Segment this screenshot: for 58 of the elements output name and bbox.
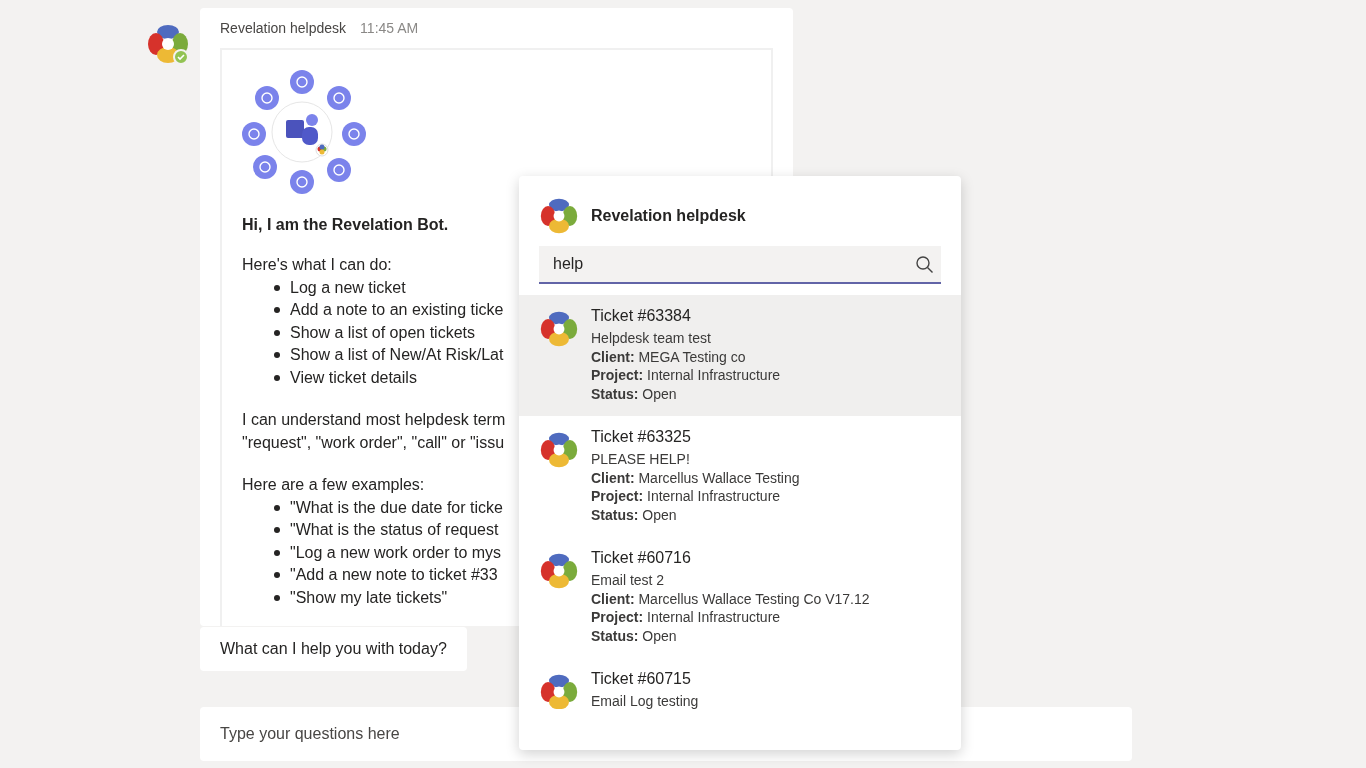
bullet-icon: [274, 284, 280, 291]
message-time: 11:45 AM: [360, 20, 419, 36]
result-item[interactable]: Ticket #63325 PLEASE HELP! Client: Marcellus Wallace Testing Project: Internal Infrastructure Status: Open: [519, 416, 961, 537]
bullet-icon: [274, 572, 280, 579]
logo-icon: [539, 551, 579, 591]
ticket-detail: Status: Open: [591, 626, 678, 645]
ticket-detail: Client: Marcellus Wallace Testing Co V17.12: [591, 589, 870, 608]
bullet-icon: [274, 527, 280, 534]
bot-avatar-icon: [146, 22, 190, 66]
logo-icon: [539, 196, 579, 236]
ticket-detail: Project: Internal Infrastructure: [591, 366, 781, 385]
capability-item: Log a new ticket: [290, 277, 406, 298]
search-field[interactable]: help: [539, 246, 941, 284]
ticket-title: Ticket #63325: [591, 428, 692, 446]
ticket-detail: Email test 2: [591, 571, 666, 590]
examples-intro: Here are a few examples:: [242, 475, 425, 495]
bullet-icon: [274, 329, 280, 336]
ticket-detail: Project: Internal Infrastructure: [591, 608, 782, 627]
sender-name: Revelation helpdesk: [220, 20, 347, 36]
ticket-detail: Status: Open: [591, 384, 678, 403]
result-item[interactable]: Ticket #60715 Email Log testing: [519, 658, 961, 709]
result-item[interactable]: Ticket #63384 Helpdesk team test Client: MEGA Testing co Project: Internal Infrastructure Status: Open: [519, 295, 961, 416]
ticket-detail: Status: Open: [591, 505, 678, 524]
bullet-icon: [274, 594, 280, 601]
example-item: "What is the status of request: [290, 520, 499, 540]
ticket-detail: Email Log testing: [591, 692, 699, 709]
bullet-icon: [274, 374, 280, 381]
ticket-detail: Client: MEGA Testing co: [591, 347, 747, 366]
bullet-icon: [274, 549, 280, 556]
popup-title: Revelation helpdesk: [591, 207, 746, 225]
capabilities-intro: Here's what I can do:: [242, 255, 392, 275]
example-item: "Show my late tickets": [290, 587, 448, 608]
capability-item: View ticket details: [290, 367, 417, 388]
prompt-message: What can I help you with today?: [200, 627, 467, 671]
bullet-icon: [274, 352, 280, 359]
ticket-detail: Client: Marcellus Wallace Testing: [591, 468, 800, 487]
ticket-detail: Helpdesk team test: [591, 329, 712, 348]
logo-icon: [539, 430, 579, 470]
terms-text-line: I can understand most helpdesk term: [242, 410, 506, 430]
logo-icon: [539, 309, 579, 349]
result-item[interactable]: Ticket #60716 Email test 2 Client: Marcellus Wallace Testing Co V17.12 Project: Internal Infrastructure Status: Open: [519, 537, 961, 658]
ticket-title: Ticket #63384: [591, 307, 692, 325]
bullet-icon: [274, 307, 280, 314]
capability-item: Add a note to an existing ticke: [290, 300, 504, 320]
capability-item: Show a list of New/At Risk/Lat: [290, 345, 504, 365]
search-icon[interactable]: [915, 255, 935, 275]
ticket-detail: PLEASE HELP!: [591, 450, 691, 469]
bullet-icon: [274, 504, 280, 511]
logo-icon: [539, 672, 579, 709]
example-item: "Add a new note to ticket #33: [290, 565, 498, 585]
example-item: "Log a new work order to mys: [290, 542, 502, 563]
example-item: "What is the due date for ticke: [290, 497, 503, 518]
ticket-title: Ticket #60716: [591, 549, 692, 567]
ticket-detail: Project: Internal Infrastructure: [591, 487, 782, 506]
capability-item: Show a list of open tickets: [290, 322, 475, 343]
ticket-title: Ticket #60715: [591, 670, 692, 688]
terms-text-line: "request", "work order", "call" or "issu: [242, 432, 505, 453]
greeting-text: Hi, I am the Revelation Bot.: [242, 216, 449, 234]
